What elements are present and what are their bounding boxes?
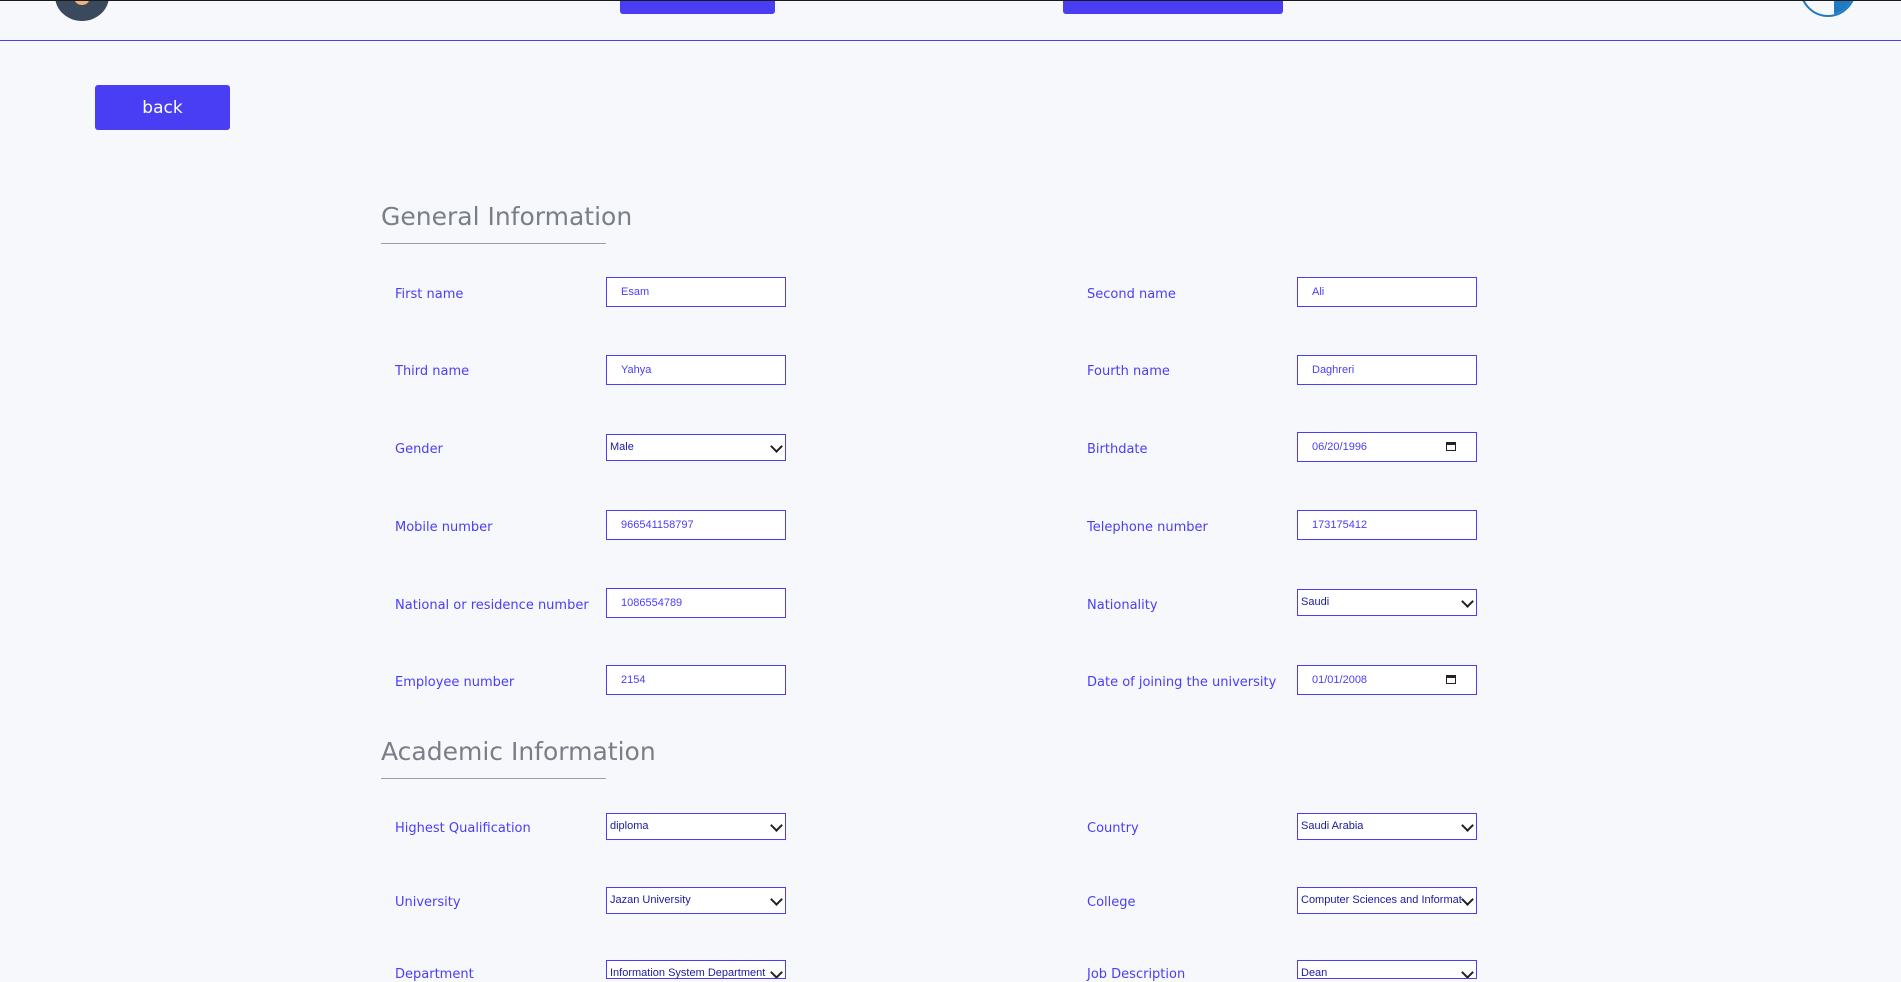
national-id-label: National or residence number — [395, 598, 589, 613]
fourth-name-input[interactable]: Daghreri — [1297, 355, 1477, 385]
mobile-number-input[interactable]: 966541158797 — [606, 510, 786, 540]
national-id-input[interactable]: 1086554789 — [606, 588, 786, 618]
birthdate-label: Birthdate — [1087, 442, 1148, 457]
country-select[interactable]: Saudi Arabia — [1297, 813, 1477, 840]
college-label: College — [1087, 895, 1136, 910]
qualification-label: Highest Qualification — [395, 821, 531, 836]
first-name-label: First name — [395, 287, 464, 302]
academic-information-heading: Academic Information — [381, 737, 656, 766]
department-select-value: Information System Department — [610, 967, 766, 979]
avatar-face-icon — [75, 1, 89, 5]
chevron-down-icon — [1461, 966, 1474, 978]
nationality-select[interactable]: Saudi — [1297, 589, 1477, 616]
employee-number-input[interactable]: 2154 — [606, 665, 786, 695]
chevron-down-icon — [770, 440, 783, 453]
general-information-heading: General Information — [381, 202, 633, 231]
mobile-number-label: Mobile number — [395, 520, 493, 535]
university-select-value: Jazan University — [610, 894, 691, 906]
join-date-value: 01/01/2008 — [1312, 674, 1368, 686]
university-select[interactable]: Jazan University — [606, 887, 786, 914]
chevron-down-icon — [770, 893, 783, 906]
chevron-down-icon — [1461, 595, 1474, 608]
nationality-select-value: Saudi — [1301, 596, 1330, 608]
user-avatar[interactable] — [55, 1, 109, 21]
join-date-label: Date of joining the university — [1087, 675, 1277, 690]
telephone-number-input[interactable]: 173175412 — [1297, 510, 1477, 540]
telephone-number-label: Telephone number — [1087, 520, 1208, 535]
gender-label: Gender — [395, 442, 443, 457]
university-label: University — [395, 895, 461, 910]
chevron-down-icon — [770, 819, 783, 832]
first-name-input[interactable]: Esam — [606, 277, 786, 307]
qualification-select-value: diploma — [610, 820, 649, 832]
department-select[interactable]: Information System Department — [606, 960, 786, 979]
second-name-label: Second name — [1087, 287, 1176, 302]
college-select[interactable]: Computer Sciences and Informat — [1297, 887, 1477, 914]
calendar-icon[interactable] — [1446, 442, 1456, 451]
qualification-select[interactable]: diploma — [606, 813, 786, 840]
academic-heading-divider — [381, 778, 606, 779]
back-button[interactable]: back — [95, 85, 230, 130]
birthdate-input[interactable]: 06/20/1996 — [1297, 432, 1477, 462]
chevron-down-icon — [770, 966, 783, 978]
top-navigation-bar — [0, 0, 1901, 41]
nav-button-2[interactable] — [1063, 1, 1283, 14]
gender-select[interactable]: Male — [606, 434, 786, 461]
department-label: Department — [395, 967, 474, 982]
second-name-input[interactable]: Ali — [1297, 277, 1477, 307]
chevron-down-icon — [1461, 819, 1474, 832]
chevron-down-icon — [1461, 893, 1474, 906]
employee-number-label: Employee number — [395, 675, 515, 690]
general-heading-divider — [381, 243, 606, 244]
gender-select-value: Male — [610, 441, 634, 453]
third-name-label: Third name — [395, 364, 470, 379]
country-select-value: Saudi Arabia — [1301, 820, 1364, 832]
job-description-select-value: Dean — [1301, 967, 1328, 979]
country-label: Country — [1087, 821, 1139, 836]
college-select-value: Computer Sciences and Informat — [1301, 894, 1462, 906]
third-name-input[interactable]: Yahya — [606, 355, 786, 385]
university-logo-icon — [1800, 1, 1856, 17]
nationality-label: Nationality — [1087, 598, 1158, 613]
job-description-select[interactable]: Dean — [1297, 960, 1477, 979]
join-date-input[interactable]: 01/01/2008 — [1297, 665, 1477, 695]
calendar-icon[interactable] — [1446, 675, 1456, 684]
fourth-name-label: Fourth name — [1087, 364, 1170, 379]
birthdate-value: 06/20/1996 — [1312, 441, 1368, 453]
nav-button-1[interactable] — [620, 1, 775, 14]
job-description-label: Job Description — [1087, 967, 1186, 982]
